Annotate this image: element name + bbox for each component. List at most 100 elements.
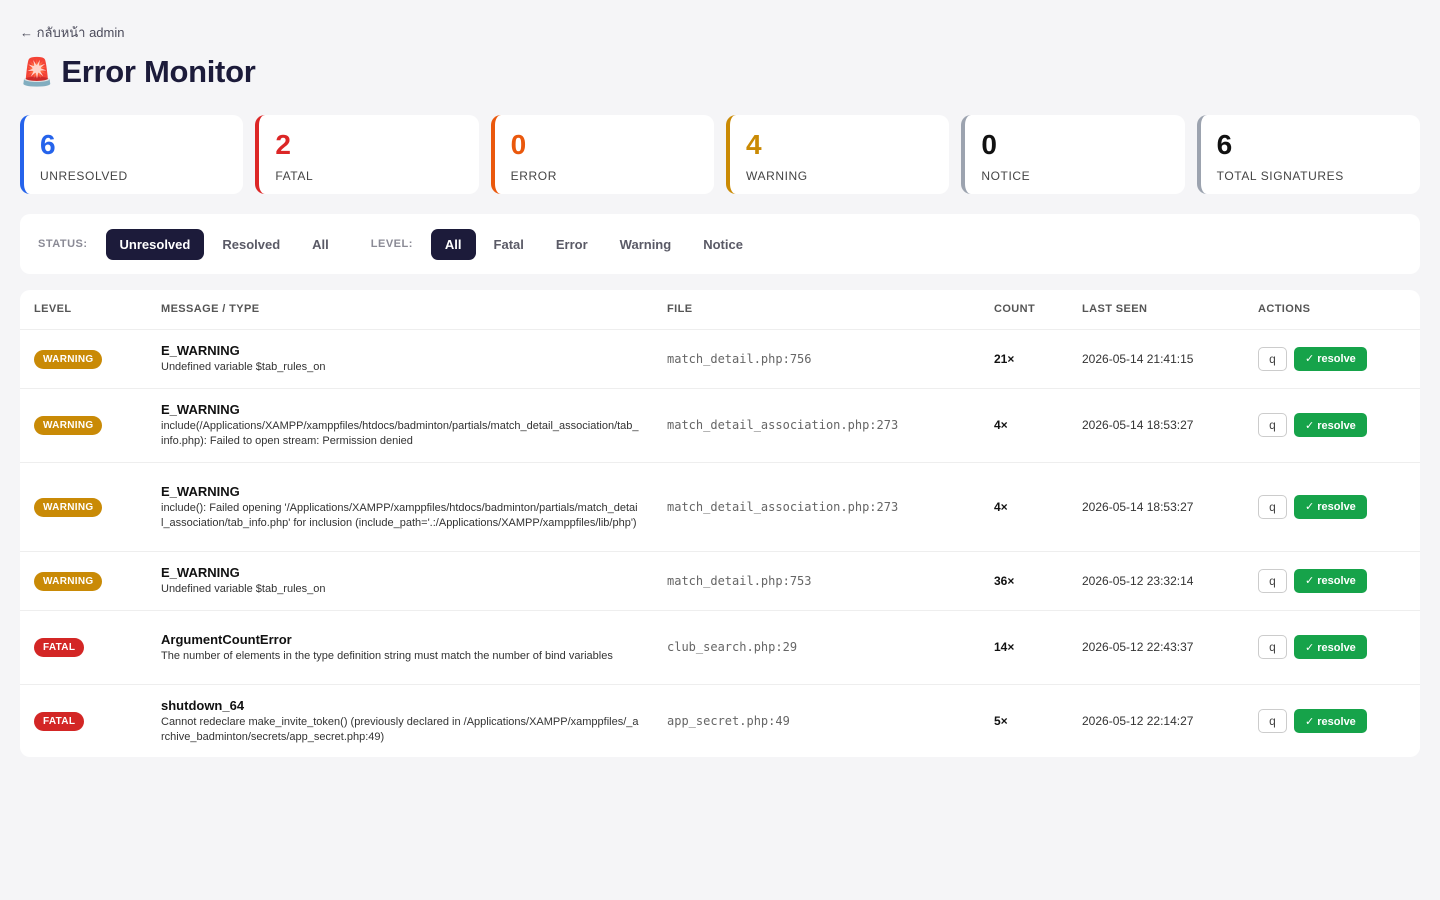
- level-cell: FATAL: [20, 610, 147, 685]
- error-message: Undefined variable $tab_rules_on: [161, 361, 326, 373]
- actions-cell: q ✓ resolve: [1244, 329, 1420, 389]
- status-filter-label: STATUS:: [38, 238, 88, 250]
- level-badge: WARNING: [34, 349, 103, 369]
- resolve-button[interactable]: ✓ resolve: [1294, 635, 1367, 659]
- query-button[interactable]: q: [1258, 346, 1287, 371]
- status-filter-all[interactable]: All: [298, 229, 343, 260]
- back-to-admin-link[interactable]: ← กลับหน้า admin: [20, 22, 124, 43]
- last-seen-cell: 2026-05-12 22:14:27: [1082, 714, 1194, 729]
- status-filter-resolved[interactable]: Resolved: [208, 229, 294, 260]
- last-seen-cell: 2026-05-14 21:41:15: [1068, 329, 1244, 389]
- table-row: WARNING E_WARNING Undefined variable $tab_…: [20, 329, 1420, 389]
- column-header-level: LEVEL: [20, 290, 147, 330]
- status-filter-unresolved[interactable]: Unresolved: [105, 228, 205, 260]
- last-seen-cell: 2026-05-12 23:32:14: [1068, 551, 1244, 611]
- count-cell: 4×: [980, 388, 1068, 463]
- message-cell: E_WARNING include(/Applications/XAMPP/xam…: [147, 388, 653, 463]
- level-cell: WARNING: [20, 329, 147, 389]
- table-row: WARNING E_WARNING include(/Applications/XA…: [20, 388, 1420, 463]
- error-type: E_WARNING: [161, 483, 240, 499]
- level-filter-all[interactable]: All: [430, 228, 476, 260]
- level-filter-label: LEVEL:: [370, 238, 413, 250]
- stat-card-warning: 4 WARNING: [725, 115, 950, 194]
- level-cell: WARNING: [20, 388, 147, 463]
- file-cell: match_detail.php:756: [653, 329, 980, 389]
- error-message: Cannot redeclare make_invite_token() (pr…: [161, 716, 639, 744]
- query-button[interactable]: q: [1258, 635, 1287, 659]
- table-row: WARNING E_WARNING include(): Failed openin…: [20, 462, 1420, 552]
- actions-group: q ✓ resolve: [1258, 709, 1420, 734]
- error-message: The number of elements in the type defin…: [161, 649, 613, 662]
- resolve-button[interactable]: ✓ resolve: [1294, 494, 1367, 519]
- error-table-card: LEVEL MESSAGE / TYPE FILE COUNT LAST SEEN ACT…: [20, 290, 1420, 757]
- error-table: LEVEL MESSAGE / TYPE FILE COUNT LAST SEEN ACT…: [20, 290, 1420, 757]
- actions-cell: q ✓ resolve: [1244, 388, 1420, 463]
- file-cell: match_detail_association.php:273: [653, 462, 980, 552]
- error-message: include(): Failed opening '/Applications…: [161, 501, 638, 529]
- error-type: E_WARNING: [161, 565, 240, 580]
- query-button[interactable]: q: [1258, 568, 1287, 593]
- actions-cell: q ✓ resolve: [1244, 551, 1420, 611]
- table-header-row: LEVEL MESSAGE / TYPE FILE COUNT LAST SEEN ACT…: [20, 290, 1420, 330]
- resolve-button[interactable]: ✓ resolve: [1294, 346, 1367, 371]
- level-filter-error[interactable]: Error: [542, 229, 602, 260]
- stat-card-fatal: 2 FATAL: [255, 115, 479, 194]
- level-filter-group: All Fatal Error Warning Notice: [430, 228, 761, 260]
- level-badge: WARNING: [34, 497, 103, 517]
- page-title-text: Error Monitor: [61, 54, 256, 89]
- error-type: shutdown_64: [161, 698, 245, 714]
- table-body: WARNING E_WARNING Undefined variable $tab_…: [20, 329, 1420, 757]
- last-seen-cell: 2026-05-12 22:43:37: [1068, 610, 1244, 685]
- column-header-last-seen: LAST SEEN: [1068, 290, 1244, 330]
- last-seen-cell: 2026-05-14 18:53:27: [1068, 462, 1244, 552]
- actions-cell: q ✓ resolve: [1244, 684, 1420, 757]
- level-badge: WARNING: [34, 416, 103, 435]
- actions-group: q ✓ resolve: [1258, 568, 1420, 593]
- level-filter-fatal[interactable]: Fatal: [480, 229, 538, 260]
- table-row: FATAL shutdown_64 Cannot redeclare make_in…: [20, 684, 1420, 757]
- count-cell: 21×: [980, 329, 1068, 389]
- error-message: include(/Applications/XAMPP/xamppfiles/h…: [161, 420, 639, 447]
- stat-value: 2: [275, 129, 291, 160]
- level-filter-warning[interactable]: Warning: [606, 229, 686, 260]
- stat-label: FATAL: [275, 169, 314, 183]
- query-button[interactable]: q: [1258, 494, 1287, 519]
- stat-label: UNRESOLVED: [40, 169, 128, 183]
- page-title: 🚨 Error Monitor: [20, 54, 256, 90]
- level-badge: FATAL: [34, 712, 85, 732]
- stats-row: 6 UNRESOLVED 2 FATAL 0 ERROR 4 WARNING 0 NOTICE 6 T…: [20, 115, 1420, 194]
- error-message: Undefined variable $tab_rules_on: [161, 583, 326, 595]
- level-cell: WARNING: [20, 462, 147, 552]
- level-badge: WARNING: [34, 571, 103, 591]
- stat-label: ERROR: [510, 169, 557, 183]
- stat-value: 6: [40, 129, 56, 160]
- resolve-button[interactable]: ✓ resolve: [1294, 568, 1367, 593]
- message-cell: E_WARNING Undefined variable $tab_rules_o…: [147, 551, 653, 611]
- resolve-button[interactable]: ✓ resolve: [1294, 413, 1367, 437]
- stat-value: 4: [745, 129, 762, 160]
- actions-group: q ✓ resolve: [1258, 635, 1420, 659]
- level-cell: FATAL: [20, 684, 147, 757]
- stat-card-error: 0 ERROR: [490, 115, 714, 194]
- actions-group: q ✓ resolve: [1258, 494, 1420, 519]
- count-cell: 4×: [980, 462, 1068, 552]
- file-cell: match_detail_association.php:273: [653, 388, 980, 463]
- stat-card-total-signatures: 6 TOTAL SIGNATURES: [1196, 115, 1420, 194]
- query-button[interactable]: q: [1258, 709, 1287, 734]
- stat-label: TOTAL SIGNATURES: [1216, 169, 1344, 183]
- stat-card-unresolved: 6 UNRESOLVED: [20, 115, 244, 194]
- stat-value: 6: [1216, 129, 1233, 160]
- actions-cell: q ✓ resolve: [1244, 462, 1420, 552]
- last-seen-cell: 2026-05-14 18:53:27: [1068, 388, 1244, 463]
- column-header-actions: ACTIONS: [1244, 290, 1420, 330]
- count-cell: 36×: [980, 551, 1068, 611]
- error-type: E_WARNING: [161, 343, 240, 358]
- stat-value: 0: [981, 129, 997, 160]
- actions-cell: q ✓ resolve: [1244, 610, 1420, 685]
- query-button[interactable]: q: [1258, 413, 1287, 437]
- column-header-message-type: MESSAGE / TYPE: [147, 290, 653, 330]
- level-filter-notice[interactable]: Notice: [689, 229, 757, 260]
- stat-value: 0: [510, 129, 527, 160]
- resolve-button[interactable]: ✓ resolve: [1294, 709, 1367, 734]
- message-cell: ArgumentCountError The number of elements…: [147, 610, 653, 685]
